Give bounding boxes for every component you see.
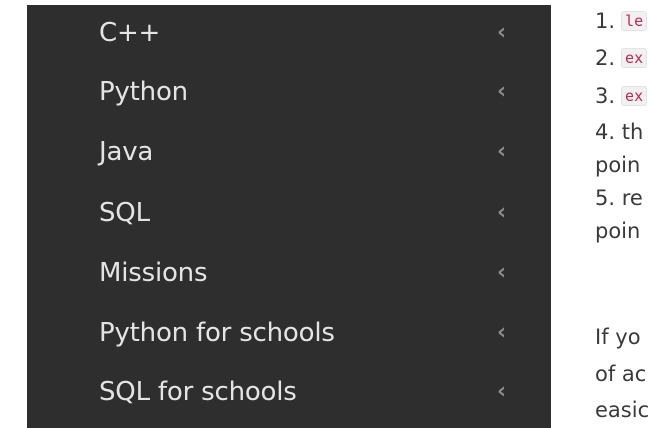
chevron-left-icon: ‹ xyxy=(497,200,507,225)
paragraph-text: of ac xyxy=(595,362,647,386)
article-content: 1. le 2. ex 3. ex 4. th poin 5. re poin If … xyxy=(551,0,650,428)
chevron-left-icon: ‹ xyxy=(497,320,507,345)
inline-code: ex xyxy=(621,48,648,68)
chevron-left-icon: ‹ xyxy=(497,260,507,285)
list-item: 2. ex xyxy=(595,46,648,70)
inline-code: le xyxy=(621,11,648,31)
list-item: 3. ex xyxy=(595,84,648,108)
paragraph-text: If yo xyxy=(595,325,641,349)
sidebar-item-python-for-schools[interactable]: Python for schools ‹ xyxy=(27,305,551,361)
chevron-left-icon: ‹ xyxy=(497,20,507,45)
sidebar-nav: C++ ‹ Python ‹ Java ‹ SQL ‹ Missions ‹ P… xyxy=(27,5,551,428)
inline-code: ex xyxy=(621,86,648,106)
list-number: 3. xyxy=(595,84,616,108)
list-number: 1. xyxy=(595,9,616,33)
sidebar-item-label: SQL xyxy=(99,198,150,228)
list-item-text: 5. re xyxy=(595,186,643,210)
chevron-left-icon: ‹ xyxy=(497,79,507,104)
sidebar-item-sql[interactable]: SQL ‹ xyxy=(27,185,551,241)
chevron-left-icon: ‹ xyxy=(497,139,507,164)
paragraph-text: easic xyxy=(595,398,650,422)
paragraph-text: poin xyxy=(595,219,641,243)
sidebar-item-label: Java xyxy=(99,137,154,167)
list-number: 2. xyxy=(595,46,616,70)
sidebar-item-missions[interactable]: Missions ‹ xyxy=(27,245,551,301)
sidebar-item-java[interactable]: Java ‹ xyxy=(27,124,551,180)
sidebar-item-label: Python xyxy=(99,77,188,107)
sidebar-item-label: Missions xyxy=(99,258,208,288)
sidebar-item-label: SQL for schools xyxy=(99,377,297,407)
chevron-left-icon: ‹ xyxy=(497,379,507,404)
sidebar-item-cpp[interactable]: C++ ‹ xyxy=(27,5,551,61)
sidebar-item-python[interactable]: Python ‹ xyxy=(27,64,551,120)
list-item: 1. le xyxy=(595,9,648,33)
list-item-text: 4. th xyxy=(595,120,644,144)
sidebar-item-sql-for-schools[interactable]: SQL for schools ‹ xyxy=(27,364,551,420)
paragraph-text: poin xyxy=(595,153,641,177)
sidebar-item-label: C++ xyxy=(99,18,161,48)
left-gutter xyxy=(0,0,27,428)
sidebar-item-label: Python for schools xyxy=(99,318,335,348)
